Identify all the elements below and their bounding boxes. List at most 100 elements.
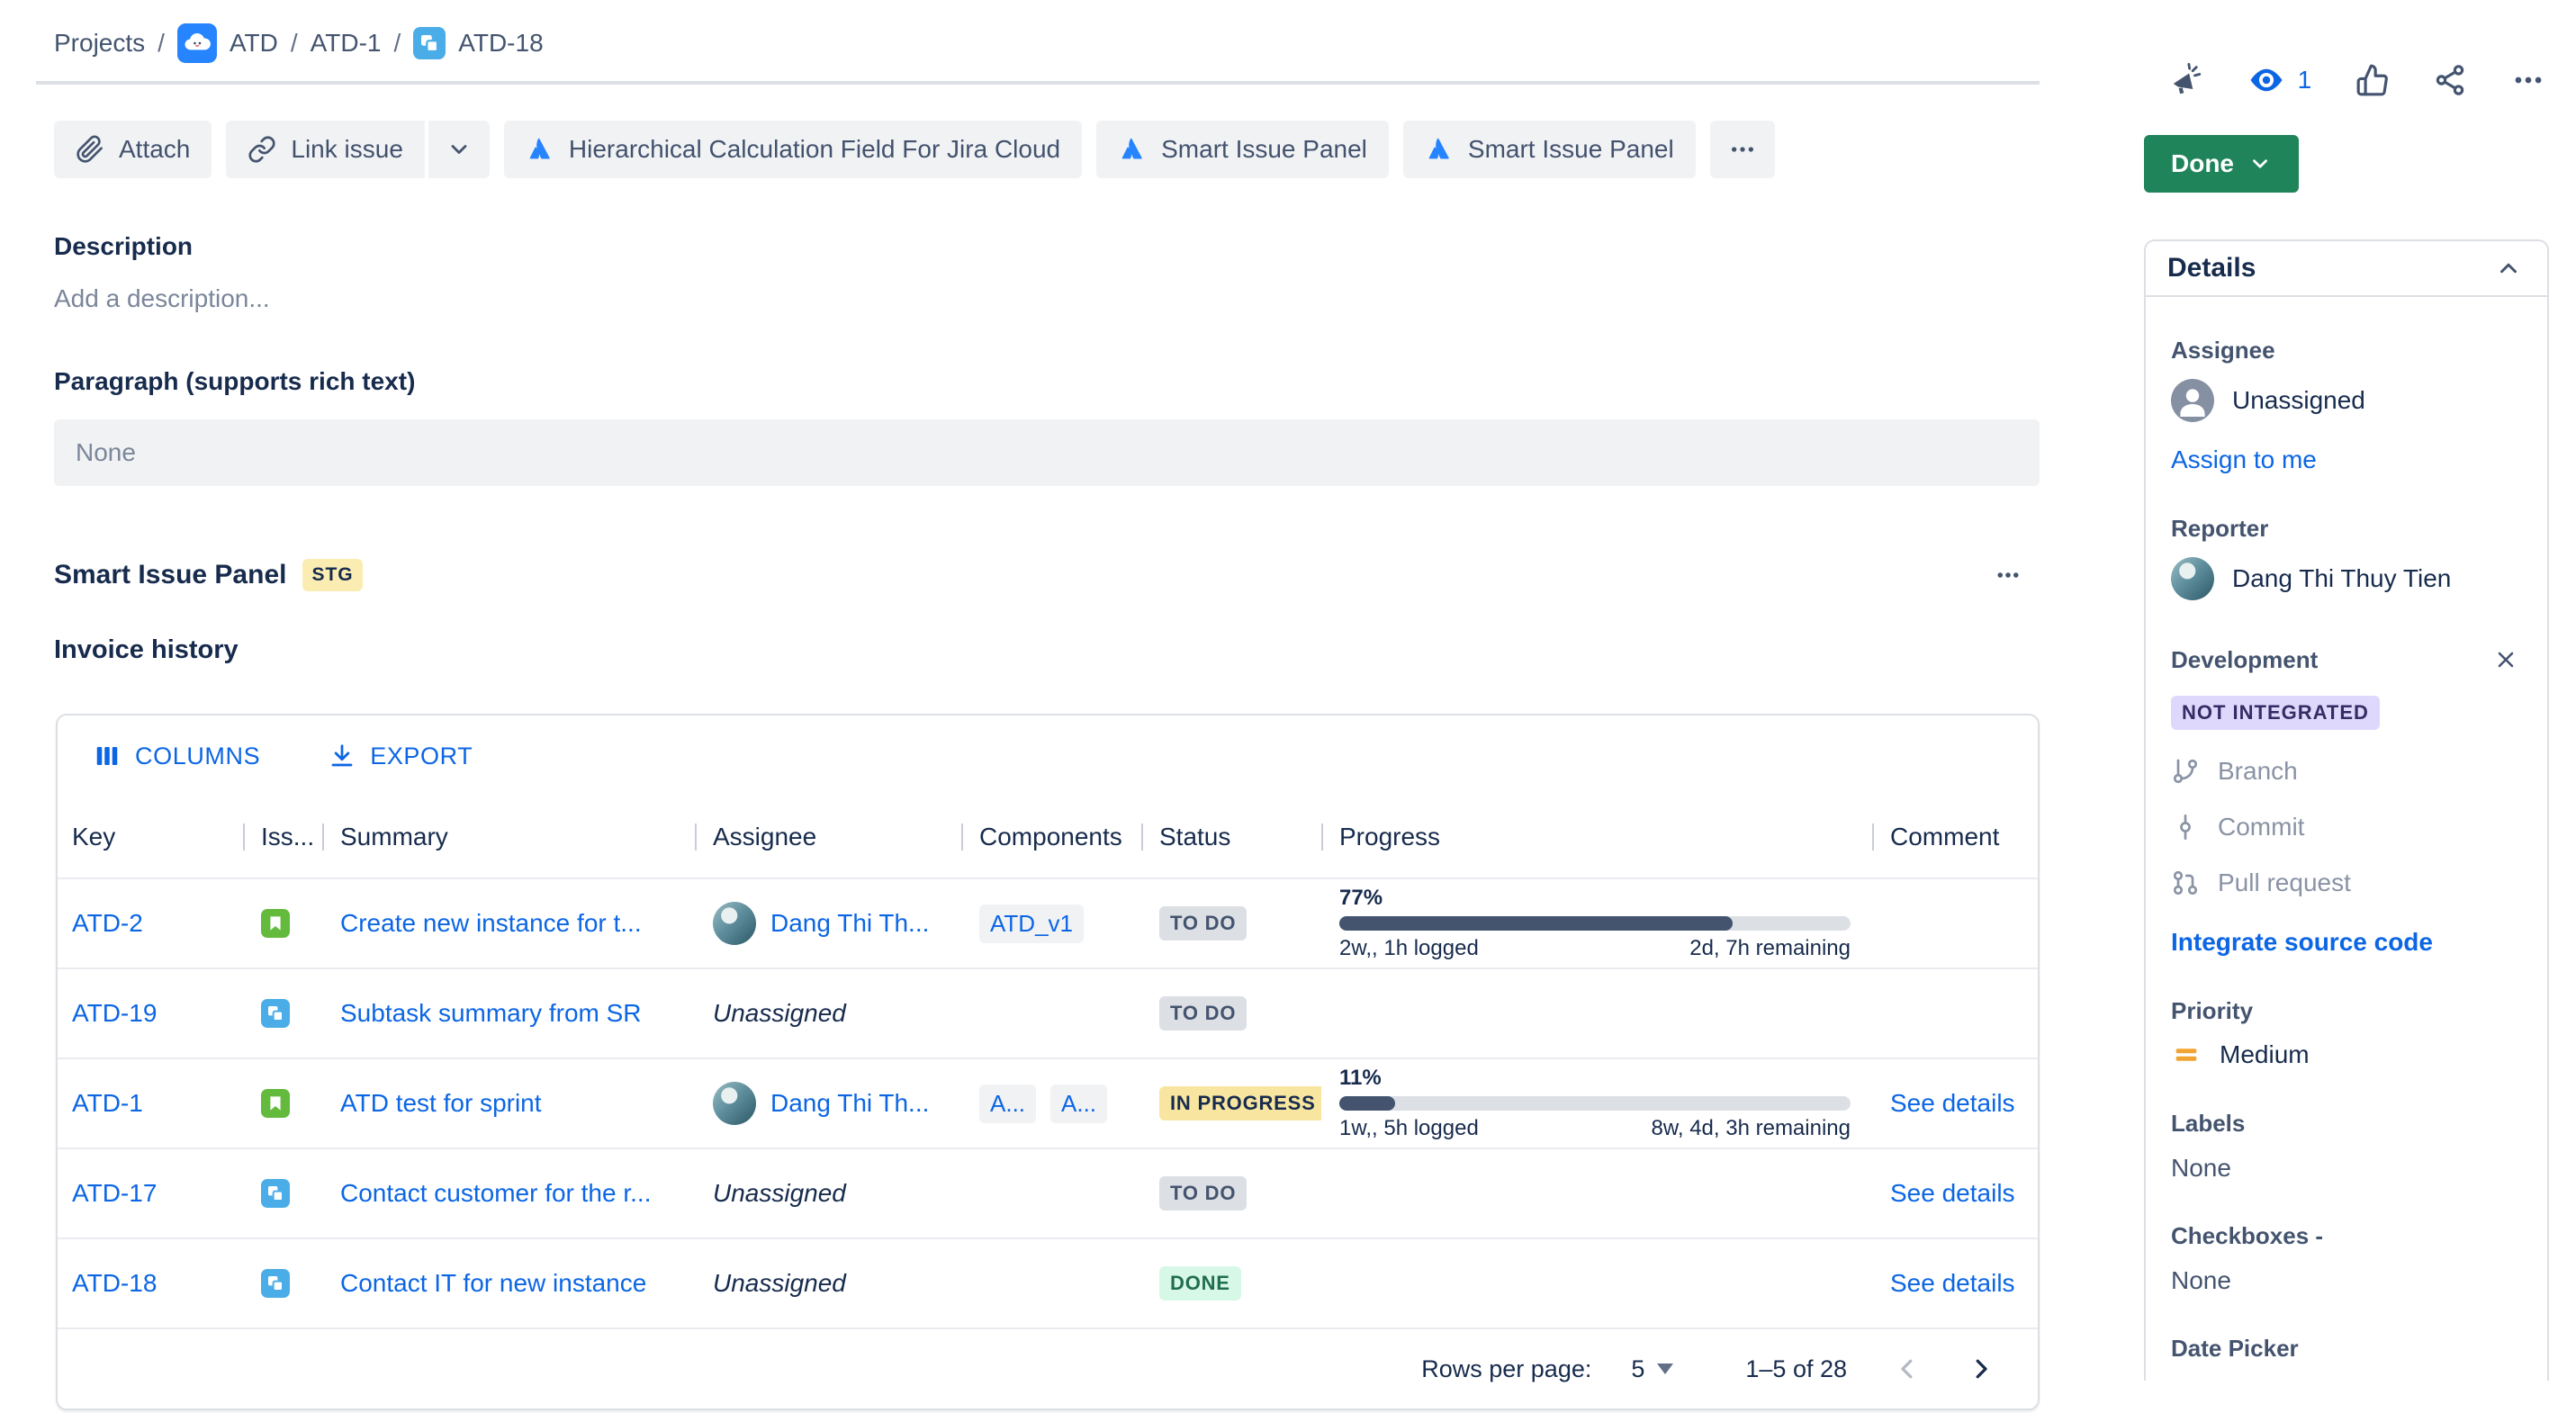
priority-label: Priority <box>2171 997 2522 1025</box>
component-chip[interactable]: ATD_v1 <box>979 904 1084 943</box>
summary-cell: ATD test for sprint <box>322 1089 695 1118</box>
stg-badge: STG <box>302 559 362 591</box>
column-header-components[interactable]: Components <box>961 823 1141 851</box>
status-badge: TO DO <box>1159 1176 1247 1210</box>
smart-panel-more-button[interactable] <box>1987 554 2029 596</box>
column-header-summary[interactable]: Summary <box>322 823 695 851</box>
breadcrumb-current-issue[interactable]: ATD-18 <box>458 29 543 58</box>
assignee-link[interactable]: Dang Thi Th... <box>770 909 929 938</box>
collapse-details-button[interactable] <box>2491 251 2526 285</box>
details-header[interactable]: Details <box>2146 241 2547 297</box>
reporter-avatar <box>2171 557 2214 600</box>
assign-to-me-link[interactable]: Assign to me <box>2171 446 2317 474</box>
previous-page-button[interactable] <box>1887 1348 1928 1390</box>
column-header-status[interactable]: Status <box>1141 823 1321 851</box>
breadcrumb-separator: / <box>393 29 401 58</box>
issue-key-link[interactable]: ATD-1 <box>72 1089 143 1118</box>
attach-button[interactable]: Attach <box>54 121 212 178</box>
paragraph-field-value[interactable]: None <box>54 419 2040 486</box>
export-button[interactable]: EXPORT <box>318 741 483 772</box>
issue-key-link[interactable]: ATD-18 <box>72 1269 157 1298</box>
see-details-link[interactable]: See details <box>1890 1269 2015 1298</box>
assignee-cell: Dang Thi Th... <box>695 1082 961 1125</box>
checkboxes-value[interactable]: None <box>2171 1266 2522 1295</box>
more-actions-button[interactable] <box>2511 63 2545 97</box>
issue-type-cell <box>243 999 322 1028</box>
app-button-smart-issue-panel-1[interactable]: Smart Issue Panel <box>1096 121 1389 178</box>
see-details-link[interactable]: See details <box>1890 1089 2015 1118</box>
toolbar-more-button[interactable] <box>1710 121 1775 178</box>
issue-summary-link[interactable]: Subtask summary from SR <box>340 999 642 1028</box>
column-header-assignee[interactable]: Assignee <box>695 823 961 851</box>
issue-key-link[interactable]: ATD-17 <box>72 1179 157 1208</box>
smart-panel-header: Smart Issue Panel STG <box>54 554 2040 596</box>
details-panel: Details Assignee Unassigned Assign to me… <box>2144 239 2549 1381</box>
progress-times: 2w,, 1h logged2d, 7h remaining <box>1339 936 1851 961</box>
column-header-comment[interactable]: Comment <box>1872 823 2023 851</box>
column-header-issuetype[interactable]: Iss... <box>243 823 322 851</box>
vote-button[interactable] <box>2355 63 2390 97</box>
checkboxes-label: Checkboxes - <box>2171 1222 2522 1250</box>
export-label: EXPORT <box>370 742 473 770</box>
component-chip[interactable]: A... <box>979 1084 1036 1123</box>
issue-summary-link[interactable]: ATD test for sprint <box>340 1089 542 1118</box>
reporter-value[interactable]: Dang Thi Thuy Tien <box>2171 557 2522 600</box>
create-commit-item[interactable]: Commit <box>2171 813 2522 842</box>
time-tracking-progress: 11%1w,, 5h logged8w, 4d, 3h remaining <box>1339 1066 1851 1141</box>
description-placeholder[interactable]: Add a description... <box>54 284 2040 313</box>
app-button-hierarchical-calculation[interactable]: Hierarchical Calculation Field For Jira … <box>504 121 1082 178</box>
rows-per-page-select[interactable]: 5 <box>1620 1354 1684 1385</box>
reporter-name: Dang Thi Thuy Tien <box>2232 564 2451 593</box>
status-button-done[interactable]: Done <box>2144 135 2299 193</box>
summary-cell: Create new instance for t... <box>322 909 695 938</box>
component-chip[interactable]: A... <box>1050 1084 1107 1123</box>
issue-key-link[interactable]: ATD-19 <box>72 999 157 1028</box>
date-picker-value[interactable]: None <box>2171 1379 2522 1381</box>
dismiss-development-button[interactable] <box>2490 644 2522 676</box>
assignee-label: Assignee <box>2171 337 2522 364</box>
share-button[interactable] <box>2433 63 2467 97</box>
key-cell: ATD-2 <box>72 909 243 938</box>
assignee-value[interactable]: Unassigned <box>2171 379 2522 422</box>
table-row: ATD-1 ATD test for sprint Dang Thi Th... A.… <box>58 1058 2038 1148</box>
summary-cell: Subtask summary from SR <box>322 999 695 1028</box>
priority-value[interactable]: Medium <box>2171 1040 2522 1070</box>
git-branch-icon <box>2171 757 2200 786</box>
issue-summary-link[interactable]: Contact IT for new instance <box>340 1269 646 1298</box>
link-issue-dropdown-button[interactable] <box>428 121 490 178</box>
column-header-progress[interactable]: Progress <box>1321 823 1872 851</box>
assignee-cell: Unassigned <box>695 999 961 1028</box>
next-page-button[interactable] <box>1960 1348 2002 1390</box>
create-branch-item[interactable]: Branch <box>2171 757 2522 786</box>
ellipsis-icon <box>1995 562 2022 589</box>
feedback-button[interactable] <box>2169 63 2203 97</box>
smart-panel-title: Smart Issue Panel <box>54 560 286 590</box>
progress-bar[interactable] <box>1339 916 1851 931</box>
columns-button[interactable]: COLUMNS <box>83 741 271 772</box>
date-picker-label: Date Picker <box>2171 1335 2522 1363</box>
labels-value[interactable]: None <box>2171 1154 2522 1183</box>
priority-name: Medium <box>2220 1040 2310 1069</box>
megaphone-icon <box>2169 63 2203 97</box>
see-details-link[interactable]: See details <box>1890 1179 2015 1208</box>
integrate-source-code-link[interactable]: Integrate source code <box>2171 928 2433 957</box>
create-pull-request-item[interactable]: Pull request <box>2171 868 2522 897</box>
issue-summary-link[interactable]: Create new instance for t... <box>340 909 642 938</box>
breadcrumb-parent-issue[interactable]: ATD-1 <box>311 29 382 58</box>
issue-summary-link[interactable]: Contact customer for the r... <box>340 1179 651 1208</box>
table-row: ATD-2 Create new instance for t... Dang Th… <box>58 878 2038 968</box>
app-button-smart-issue-panel-2[interactable]: Smart Issue Panel <box>1403 121 1696 178</box>
assignee-link[interactable]: Dang Thi Th... <box>770 1089 929 1118</box>
link-issue-button[interactable]: Link issue <box>226 121 425 178</box>
watch-button[interactable]: 1 <box>2247 61 2312 99</box>
key-cell: ATD-17 <box>72 1179 243 1208</box>
issue-toolbar: Attach Link issue H <box>54 121 2040 178</box>
column-header-key[interactable]: Key <box>72 823 243 851</box>
issue-key-link[interactable]: ATD-2 <box>72 909 143 938</box>
breadcrumb-projects[interactable]: Projects <box>54 29 145 58</box>
assignee-avatar <box>713 1082 756 1125</box>
columns-label: COLUMNS <box>135 742 260 770</box>
breadcrumb-project[interactable]: ATD <box>230 29 278 58</box>
subtask-icon <box>261 1269 290 1298</box>
progress-bar[interactable] <box>1339 1096 1851 1111</box>
